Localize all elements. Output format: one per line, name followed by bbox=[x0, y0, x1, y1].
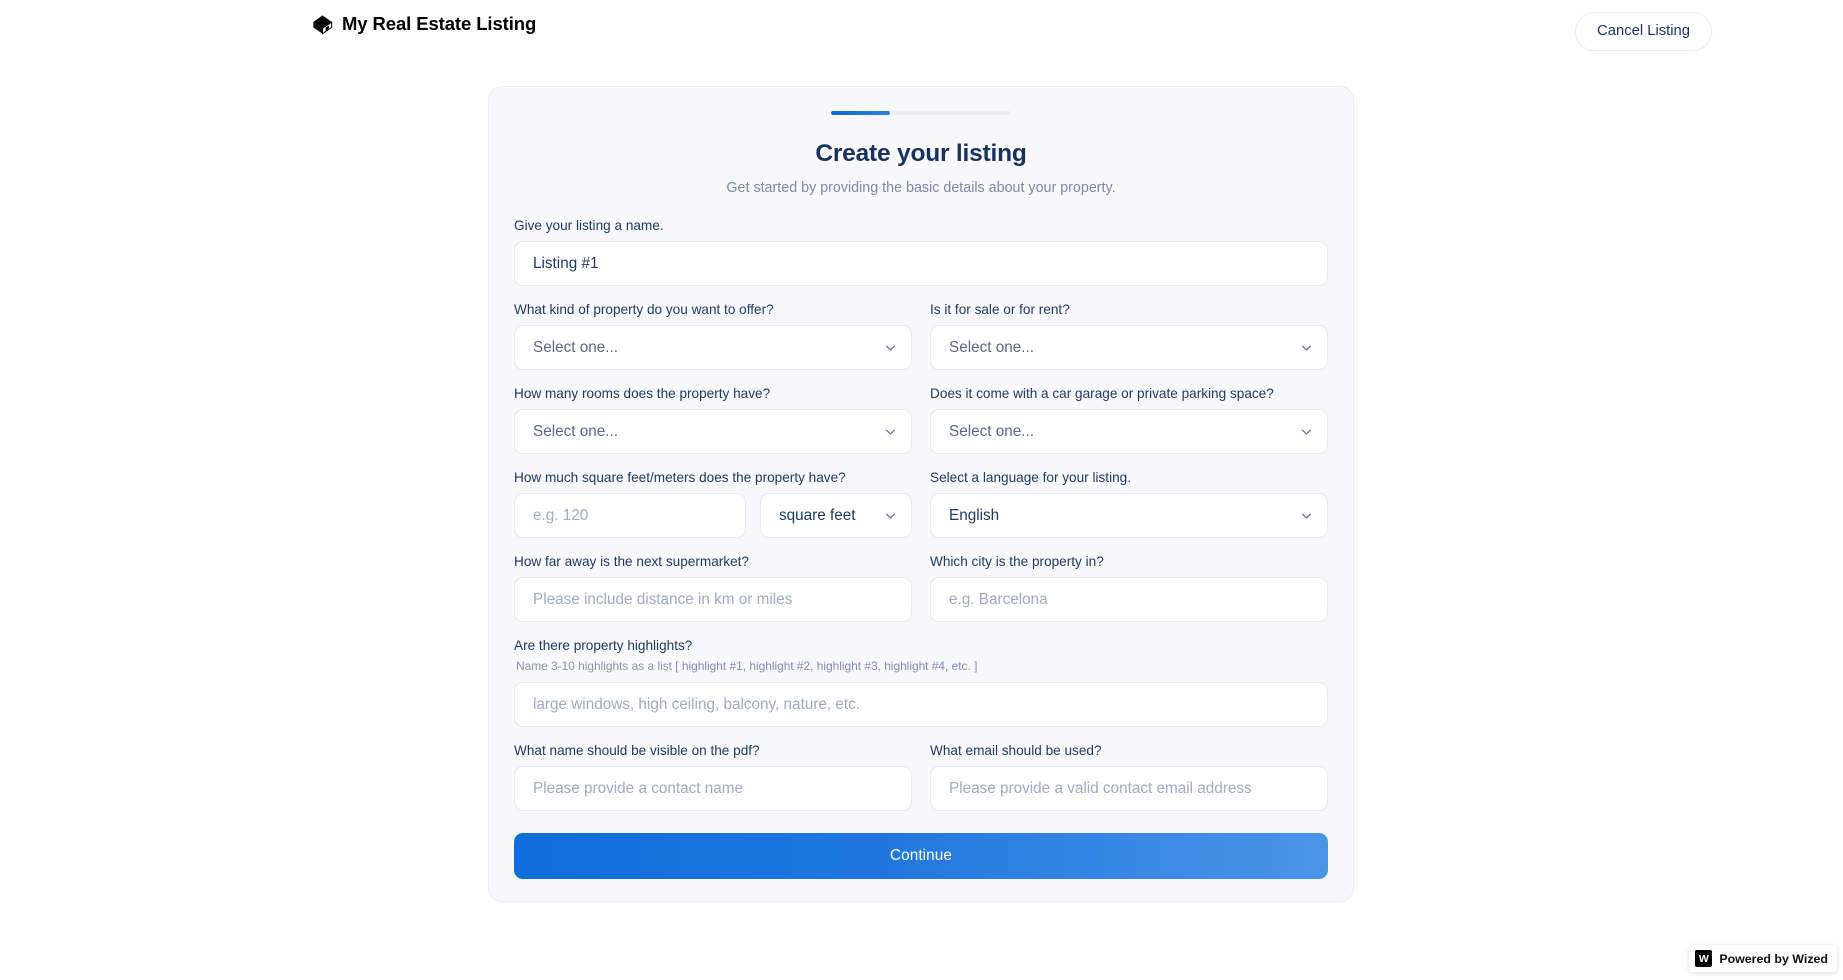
area-unit-value: square feet bbox=[760, 493, 912, 538]
area-input-group: square feet bbox=[514, 493, 912, 538]
page-title: Create your listing bbox=[815, 140, 1027, 167]
area-unit-select[interactable]: square feet bbox=[760, 493, 912, 538]
area-number-wrap bbox=[514, 493, 746, 538]
progress-bar-fill bbox=[831, 111, 891, 115]
language-select[interactable]: English bbox=[930, 493, 1328, 538]
label-area: How much square feet/meters does the pro… bbox=[514, 470, 846, 485]
highlights-hint-prefix: Name 3-10 highlights as a list bbox=[516, 659, 672, 673]
highlights-input[interactable] bbox=[514, 682, 1328, 727]
progress-bar bbox=[831, 111, 1011, 115]
row-rooms-garage: How many rooms does the property have? S… bbox=[514, 386, 1328, 454]
label-supermarket: How far away is the next supermarket? bbox=[514, 554, 749, 569]
property-kind-value: Select one... bbox=[514, 325, 912, 370]
supermarket-input[interactable] bbox=[514, 577, 912, 622]
field-listing-name: Give your listing a name. bbox=[514, 218, 1328, 286]
field-contact-name: What name should be visible on the pdf? bbox=[514, 743, 912, 811]
field-contact-email: What email should be used? bbox=[930, 743, 1328, 811]
field-property-kind: What kind of property do you want to off… bbox=[514, 302, 912, 370]
label-contact-email: What email should be used? bbox=[930, 743, 1102, 758]
listing-form: Give your listing a name. What kind of p… bbox=[514, 218, 1328, 879]
highlights-hint-bracket: [ highlight #1, highlight #2, highlight … bbox=[675, 659, 978, 673]
field-sale-or-rent: Is it for sale or for rent? Select one..… bbox=[930, 302, 1328, 370]
top-bar: My Real Estate Listing Cancel Listing bbox=[0, 0, 1843, 59]
row-area-language: How much square feet/meters does the pro… bbox=[514, 470, 1328, 538]
contact-name-input[interactable] bbox=[514, 766, 912, 811]
row-contact: What name should be visible on the pdf? … bbox=[514, 743, 1328, 811]
brand: My Real Estate Listing bbox=[312, 13, 536, 35]
label-highlights: Are there property highlights? bbox=[514, 638, 693, 653]
field-rooms: How many rooms does the property have? S… bbox=[514, 386, 912, 454]
sale-or-rent-select[interactable]: Select one... bbox=[930, 325, 1328, 370]
contact-email-input[interactable] bbox=[930, 766, 1328, 811]
brand-name: My Real Estate Listing bbox=[342, 13, 537, 34]
label-property-kind: What kind of property do you want to off… bbox=[514, 302, 774, 317]
cancel-listing-button[interactable]: Cancel Listing bbox=[1575, 12, 1712, 51]
garage-select[interactable]: Select one... bbox=[930, 409, 1328, 454]
field-garage: Does it come with a car garage or privat… bbox=[930, 386, 1328, 454]
page-subtitle: Get started by providing the basic detai… bbox=[726, 180, 1116, 196]
sale-or-rent-value: Select one... bbox=[930, 325, 1328, 370]
area-input[interactable] bbox=[514, 493, 746, 538]
row-supermarket-city: How far away is the next supermarket? Wh… bbox=[514, 554, 1328, 622]
field-city: Which city is the property in? bbox=[930, 554, 1328, 622]
label-rooms: How many rooms does the property have? bbox=[514, 386, 771, 401]
listing-name-input[interactable] bbox=[514, 241, 1328, 286]
rooms-value: Select one... bbox=[514, 409, 912, 454]
language-value: English bbox=[930, 493, 1328, 538]
label-language: Select a language for your listing. bbox=[930, 470, 1132, 485]
field-area: How much square feet/meters does the pro… bbox=[514, 470, 912, 538]
label-garage: Does it come with a car garage or privat… bbox=[930, 386, 1274, 401]
city-input[interactable] bbox=[930, 577, 1328, 622]
garage-value: Select one... bbox=[930, 409, 1328, 454]
property-kind-select[interactable]: Select one... bbox=[514, 325, 912, 370]
label-listing-name: Give your listing a name. bbox=[514, 218, 664, 233]
continue-button[interactable]: Continue bbox=[514, 833, 1328, 879]
field-language: Select a language for your listing. Engl… bbox=[930, 470, 1328, 538]
row-property-type: What kind of property do you want to off… bbox=[514, 302, 1328, 370]
powered-by-label: Powered by Wized bbox=[1719, 951, 1828, 966]
highlights-hint: Name 3-10 highlights as a list [ highlig… bbox=[516, 659, 1328, 673]
field-highlights: Are there property highlights? Name 3-10… bbox=[514, 638, 1328, 727]
rooms-select[interactable]: Select one... bbox=[514, 409, 912, 454]
wized-logo-icon: W bbox=[1695, 950, 1713, 967]
field-supermarket: How far away is the next supermarket? bbox=[514, 554, 912, 622]
label-sale-or-rent: Is it for sale or for rent? bbox=[930, 302, 1070, 317]
powered-by-badge[interactable]: W Powered by Wized bbox=[1689, 945, 1837, 972]
label-contact-name: What name should be visible on the pdf? bbox=[514, 743, 760, 758]
create-listing-card: Create your listing Get started by provi… bbox=[488, 86, 1354, 902]
label-city: Which city is the property in? bbox=[930, 554, 1104, 569]
cube-diamond-icon bbox=[313, 14, 333, 35]
